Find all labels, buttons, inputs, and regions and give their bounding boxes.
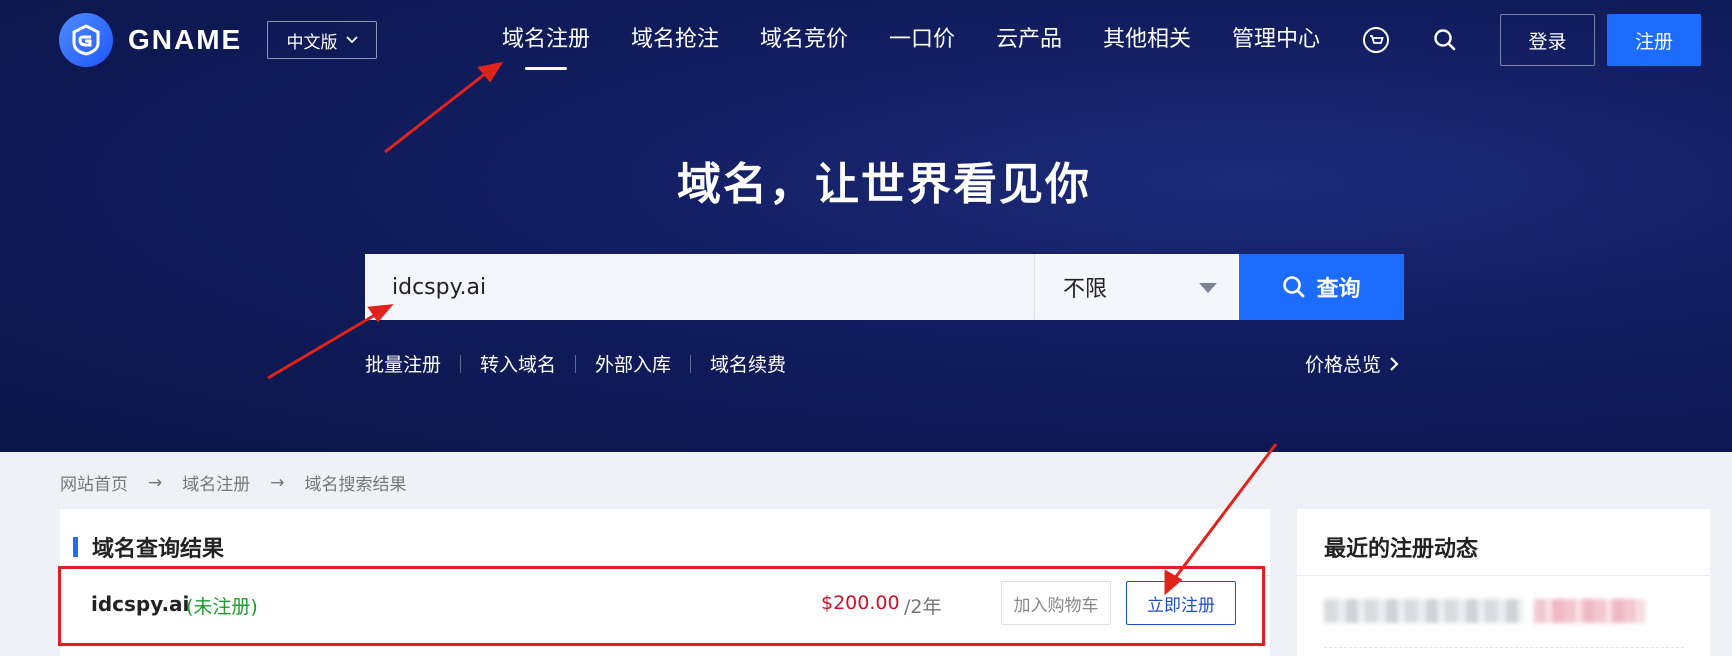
blurred-tag xyxy=(1534,599,1644,623)
domain-search-input[interactable] xyxy=(365,254,1034,320)
suffix-select-value: 不限 xyxy=(1063,277,1108,302)
login-button[interactable]: 登录 xyxy=(1500,14,1595,66)
search-icon[interactable] xyxy=(1430,25,1460,55)
quick-link-external-import[interactable]: 外部入库 xyxy=(595,350,671,377)
price-overview-label: 价格总览 xyxy=(1305,354,1382,376)
breadcrumb-current: 域名搜索结果 xyxy=(304,475,407,495)
domain-search-bar: 不限 查询 xyxy=(365,254,1404,320)
nav-domain-backorder[interactable]: 域名抢注 xyxy=(631,22,719,58)
quick-link-renew[interactable]: 域名续费 xyxy=(710,350,786,377)
search-button-label: 查询 xyxy=(1316,277,1361,302)
result-domain: idcspy.ai xyxy=(91,592,190,616)
quick-link-bulk-register[interactable]: 批量注册 xyxy=(365,350,441,377)
divider xyxy=(1297,575,1710,576)
breadcrumb-domain-register[interactable]: 域名注册 xyxy=(182,470,250,495)
arrow-right-icon: → xyxy=(148,472,163,493)
search-button[interactable]: 查询 xyxy=(1239,254,1404,320)
quick-link-transfer[interactable]: 转入域名 xyxy=(480,350,556,377)
breadcrumb-home[interactable]: 网站首页 xyxy=(60,470,128,495)
hero-title: 域名，让世界看见你 xyxy=(677,159,1091,210)
nav-fixed-price[interactable]: 一口价 xyxy=(889,22,955,58)
caret-down-icon xyxy=(1199,283,1217,293)
nav-management-center[interactable]: 管理中心 xyxy=(1232,22,1320,58)
register-button[interactable]: 注册 xyxy=(1607,14,1701,66)
nav-domain-auction[interactable]: 域名竞价 xyxy=(760,22,848,58)
recent-title: 最近的注册动态 xyxy=(1324,537,1479,562)
suffix-select[interactable]: 不限 xyxy=(1034,254,1239,320)
result-status: (未注册) xyxy=(186,596,258,618)
nav-cloud-products[interactable]: 云产品 xyxy=(996,22,1062,58)
price-overview-link[interactable]: 价格总览 xyxy=(1305,350,1399,377)
results-title: 域名查询结果 xyxy=(92,537,225,562)
recent-registrations-panel: 最近的注册动态 xyxy=(1297,509,1710,656)
hero-banner: GNAME 中文版 域名注册 域名抢注 域名竞价 一口价 云产品 其他相关 管理… xyxy=(0,0,1732,452)
section-marker xyxy=(73,537,78,557)
add-to-cart-button[interactable]: 加入购物车 xyxy=(1001,581,1111,625)
nav-domain-register[interactable]: 域名注册 xyxy=(502,22,590,58)
result-row: idcspy.ai (未注册) $200.00 /2年 加入购物车 立即注册 xyxy=(58,566,1265,646)
recent-item-blurred xyxy=(1324,599,1684,623)
search-icon xyxy=(1283,276,1305,298)
cart-icon[interactable] xyxy=(1361,25,1391,55)
divider xyxy=(575,354,577,373)
register-now-button[interactable]: 立即注册 xyxy=(1126,581,1236,625)
results-header: 域名查询结果 xyxy=(73,531,224,563)
quick-links: 批量注册 转入域名 外部入库 域名续费 xyxy=(365,350,786,377)
divider xyxy=(460,354,462,373)
nav-active-indicator xyxy=(525,67,567,70)
result-period: /2年 xyxy=(904,596,942,618)
chevron-right-icon xyxy=(1390,356,1399,371)
divider xyxy=(690,354,692,373)
breadcrumb: 网站首页 → 域名注册 → 域名搜索结果 xyxy=(60,470,407,496)
divider xyxy=(1324,647,1684,648)
arrow-right-icon: → xyxy=(270,472,285,493)
main-nav: 域名注册 域名抢注 域名竞价 一口价 云产品 其他相关 管理中心 xyxy=(0,22,1732,62)
result-price: $200.00 xyxy=(821,592,900,614)
nav-others[interactable]: 其他相关 xyxy=(1103,22,1191,58)
blurred-domain xyxy=(1324,599,1524,623)
